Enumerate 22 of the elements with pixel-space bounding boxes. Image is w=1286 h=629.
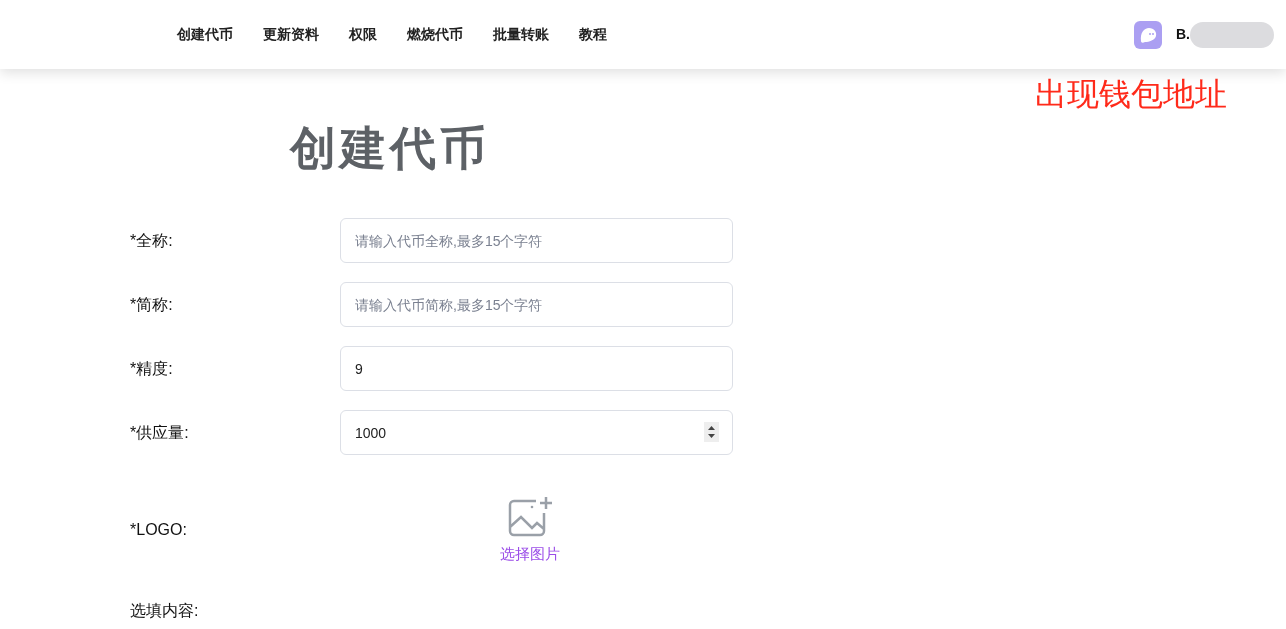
- nav-link[interactable]: 创建代币: [177, 24, 233, 45]
- nav-link[interactable]: 教程: [579, 24, 607, 45]
- annotation-text: 出现钱包地址: [1035, 75, 1227, 114]
- input-field[interactable]: 请输入代币简称,最多15个字符: [340, 282, 733, 327]
- field-label: *供应量:: [130, 422, 190, 443]
- field-label: *精度:: [130, 358, 174, 379]
- choose-image-button[interactable]: 选择图片: [500, 495, 560, 566]
- field-label: 选填内容:: [130, 600, 200, 621]
- page-title: 创建代币: [290, 121, 491, 176]
- input-field[interactable]: 请输入代币全称,最多15个字符: [340, 218, 733, 263]
- nav-link[interactable]: 燃烧代币: [407, 24, 463, 45]
- input-field[interactable]: 9: [340, 346, 733, 391]
- nav-link[interactable]: 批量转账: [493, 24, 549, 45]
- field-label: *简称:: [130, 294, 174, 315]
- input-field[interactable]: 1000: [340, 410, 733, 455]
- field-label: *LOGO:: [130, 520, 188, 541]
- field-label: *全称:: [130, 230, 174, 251]
- add-image-icon: [508, 495, 552, 537]
- spinner-icon[interactable]: [704, 422, 719, 442]
- wallet-address[interactable]: B.: [1176, 24, 1190, 45]
- nav-link[interactable]: 权限: [349, 24, 377, 45]
- nav-link[interactable]: 更新资料: [263, 24, 319, 45]
